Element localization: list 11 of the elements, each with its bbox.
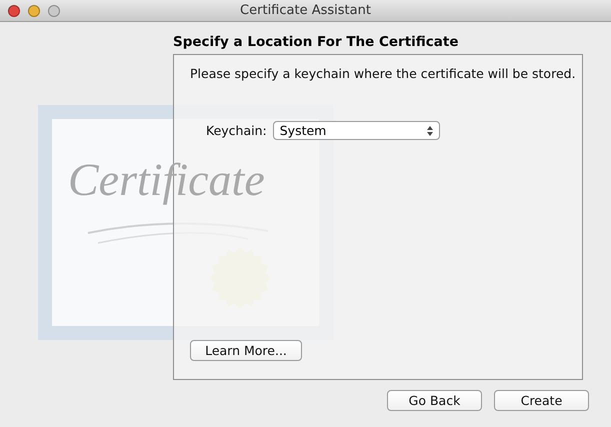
learn-more-button[interactable]: Learn More... [190, 340, 302, 361]
keychain-label: Keychain: [206, 123, 267, 138]
step-heading: Specify a Location For The Certificate [173, 34, 460, 52]
close-window-button[interactable] [8, 4, 20, 16]
window-title: Certificate Assistant [239, 3, 372, 18]
minimize-window-button[interactable] [28, 4, 40, 16]
keychain-select[interactable]: System [272, 121, 440, 140]
dialog-button[interactable]: Create [494, 390, 589, 411]
stepper-arrows-icon [426, 126, 433, 136]
instruction-text: Please specify a keychain where the certificate will be stored. [190, 66, 572, 81]
dialog-button[interactable]: Go Back [387, 390, 482, 411]
